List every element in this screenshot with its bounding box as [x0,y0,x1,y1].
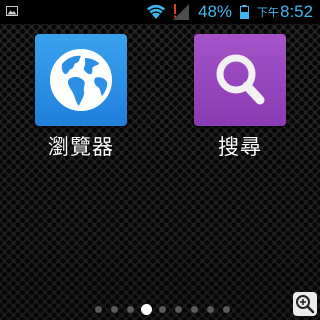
page-dot[interactable] [206,306,214,313]
page-dot-active[interactable] [140,304,152,315]
status-bar[interactable]: 48% 下午 8:52 [0,0,320,24]
page-dot[interactable] [110,306,118,313]
magnifier-icon [216,54,265,105]
page-dot[interactable] [174,306,182,313]
wifi-icon [147,4,165,20]
search-app-label: 搜尋 [218,135,262,159]
page-dot[interactable] [158,306,166,313]
page-dot[interactable] [126,306,134,313]
ampm-label: 下午 [257,6,279,19]
globe-icon [50,49,112,111]
browser-app-icon[interactable] [35,34,127,126]
page-indicator [0,303,320,315]
battery-icon [240,5,249,19]
search-app-icon[interactable] [194,34,286,126]
page-dot[interactable] [94,306,102,313]
browser-app-label: 瀏覽器 [48,135,114,159]
zoom-in-icon[interactable] [293,292,317,316]
gallery-icon [6,6,18,16]
clock-time: 8:52 [280,2,314,21]
battery-percent: 48% [198,2,233,21]
page-dot[interactable] [190,306,198,313]
signal-no-service-icon [173,4,189,20]
app-search[interactable]: 搜尋 [185,34,295,160]
page-dot[interactable] [222,306,230,313]
app-browser[interactable]: 瀏覽器 [26,34,136,160]
